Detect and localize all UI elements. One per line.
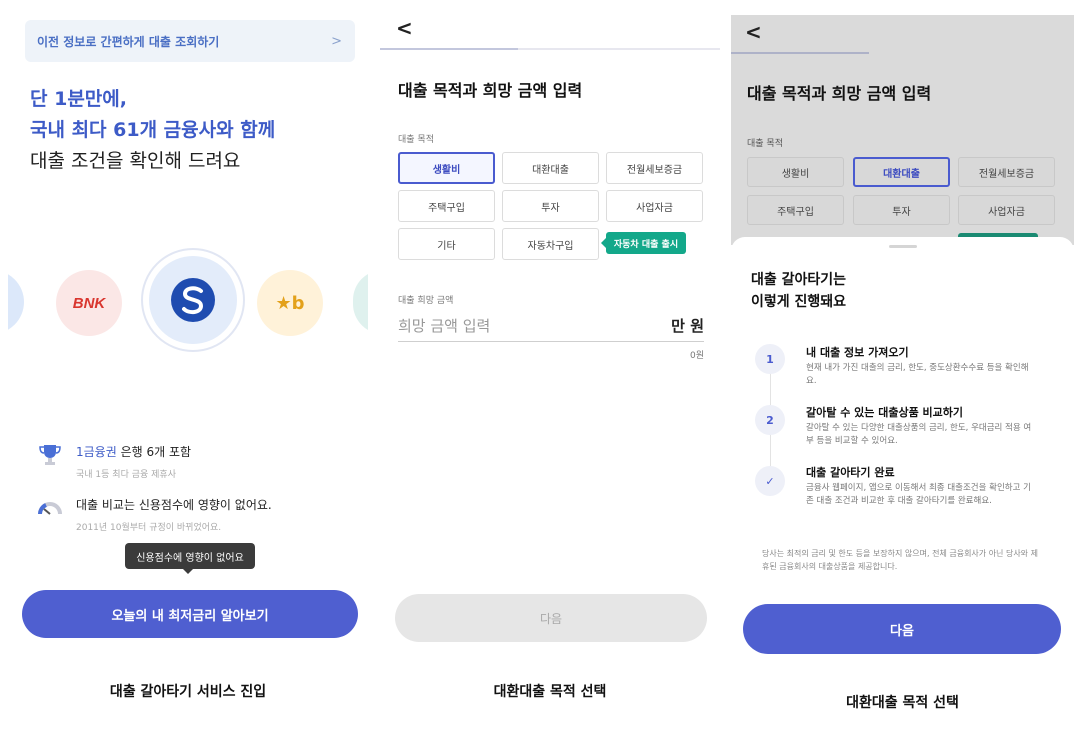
- step-3-title: 대출 갈아타기 완료: [806, 466, 895, 479]
- purpose-chip-jeonse-deposit[interactable]: 전월세보증금: [606, 152, 703, 184]
- step-1-desc: 현재 내가 가진 대출의 금리, 한도, 중도상환수수료 등을 확인해요.: [806, 363, 1029, 386]
- purpose-label: 대출 목적: [398, 135, 434, 145]
- partial-logo-right: [353, 270, 368, 334]
- bottom-sheet: 대출 갈아타기는 이렇게 진행돼요 1 내 대출 정보 가져오기 현재 내가 가…: [731, 237, 1074, 729]
- step-3-check-icon: ✓: [755, 466, 785, 496]
- feature1-title: 은행 6개 포함: [116, 445, 192, 459]
- partner-logo-carousel: BNK ★b: [8, 248, 368, 358]
- progress-fill: [380, 48, 518, 50]
- credit-score-tooltip: 신용점수에 영향이 없어요: [125, 543, 255, 574]
- trophy-icon: [38, 443, 62, 467]
- step-1-marker: 1: [755, 344, 785, 374]
- car-loan-launch-badge: 자동차 대출 출시: [601, 232, 686, 254]
- amount-input[interactable]: 희망 금액 입력 만 원: [398, 310, 704, 342]
- back-arrow-icon[interactable]: <: [396, 18, 413, 38]
- next-button-disabled[interactable]: 다음: [395, 594, 707, 642]
- purpose-chip-investment[interactable]: 투자: [502, 190, 599, 222]
- purpose-chip-other[interactable]: 기타: [398, 228, 495, 260]
- purpose-chip-car-purchase[interactable]: 자동차구입: [502, 228, 599, 260]
- purpose-chip-home-purchase: 주택구입: [747, 195, 844, 225]
- screen-refinance-steps: < 대출 목적과 희망 금액 입력 대출 목적 생활비 대환대출 전월세보증금 …: [731, 0, 1074, 729]
- feature2-subtitle: 2011년 10월부터 규정이 바뀌었어요.: [76, 523, 222, 533]
- caption-screen2: 대환대출 목적 선택: [493, 684, 607, 700]
- step-2-title: 갈아탈 수 있는 대출상품 비교하기: [806, 406, 963, 419]
- purpose-chip-living-expenses[interactable]: 생활비: [398, 152, 495, 184]
- screen-loan-service-entry: 이전 정보로 간편하게 대출 조회하기 > 단 1분만에, 국내 최다 61개 …: [8, 0, 368, 729]
- banner-text: 이전 정보로 간편하게 대출 조회하기: [37, 34, 220, 49]
- chevron-right-icon: >: [331, 33, 342, 49]
- sheet-title-line2: 이렇게 진행돼요: [751, 294, 847, 310]
- step-2-marker: 2: [755, 405, 785, 435]
- amount-value: 0원: [689, 351, 704, 361]
- feature2-title: 대출 비교는 신용점수에 영향이 없어요.: [76, 498, 272, 512]
- feature-first-tier-banks: 1금융권 은행 6개 포함 국내 1등 최다 금융 제휴사: [38, 443, 191, 480]
- purpose-chip-home-purchase[interactable]: 주택구입: [398, 190, 495, 222]
- purpose-label: 대출 목적: [747, 139, 783, 149]
- gauge-icon: [38, 496, 62, 520]
- amount-placeholder: 희망 금액 입력: [398, 317, 491, 335]
- bnk-logo: BNK: [56, 270, 122, 336]
- step-3-desc: 금융사 웹페이지, 앱으로 이동해서 최종 대출조건을 확인하고 기존 대출 조…: [806, 483, 1031, 506]
- step-1-title: 내 대출 정보 가져오기: [806, 346, 909, 359]
- headline-line-3: 대출 조건을 확인해 드려요: [30, 150, 241, 172]
- purpose-chip-jeonse-deposit: 전월세보증금: [958, 157, 1055, 187]
- screen-loan-purpose: < 대출 목적과 희망 금액 입력 대출 목적 생활비 대환대출 전월세보증금 …: [380, 0, 720, 729]
- shinhan-logo: [149, 256, 237, 344]
- amount-unit: 만 원: [671, 317, 704, 335]
- disclaimer-note: 당사는 최적의 금리 및 한도 등을 보장하지 않으며, 전체 금융회사가 아닌…: [762, 549, 1038, 571]
- next-button[interactable]: 다음: [743, 604, 1061, 654]
- headline-line-2: 국내 최다 61개 금융사와 함께: [30, 119, 276, 141]
- headline-line-1: 단 1분만에,: [30, 88, 127, 110]
- step-2-desc: 갈아탈 수 있는 다양한 대출상품의 금리, 한도, 우대금리 적용 여부 등을…: [806, 423, 1032, 446]
- shinhan-logo-ring: [141, 248, 245, 352]
- kb-logo: ★b: [257, 270, 323, 336]
- purpose-chip-refinance[interactable]: 대환대출: [502, 152, 599, 184]
- caption-screen1: 대출 갈아타기 서비스 진입: [109, 684, 267, 700]
- feature1-highlight: 1금융권: [76, 445, 117, 459]
- purpose-chip-living-expenses: 생활비: [747, 157, 844, 187]
- caption-screen3: 대환대출 목적 선택: [846, 695, 959, 711]
- sheet-handle[interactable]: [889, 245, 917, 248]
- feature1-subtitle: 국내 1등 최다 금융 제휴사: [76, 470, 176, 480]
- sheet-title: 대출 갈아타기는 이렇게 진행돼요: [751, 269, 846, 313]
- feature-credit-score: 대출 비교는 신용점수에 영향이 없어요. 2011년 10월부터 규정이 바뀌…: [38, 496, 272, 533]
- page-title: 대출 목적과 희망 금액 입력: [747, 84, 932, 103]
- previous-info-banner[interactable]: 이전 정보로 간편하게 대출 조회하기 >: [25, 20, 355, 62]
- purpose-chip-refinance: 대환대출: [853, 157, 950, 187]
- amount-label: 대출 희망 금액: [398, 296, 454, 306]
- progress-fill: [731, 52, 869, 54]
- purpose-chip-business-funds: 사업자금: [958, 195, 1055, 225]
- shinhan-s-icon: [171, 278, 215, 322]
- find-lowest-rate-button[interactable]: 오늘의 내 최저금리 알아보기: [22, 590, 358, 638]
- page-title: 대출 목적과 희망 금액 입력: [398, 81, 583, 100]
- partial-logo-left: [8, 270, 24, 334]
- purpose-chip-investment: 투자: [853, 195, 950, 225]
- purpose-chip-business-funds[interactable]: 사업자금: [606, 190, 703, 222]
- sheet-title-line1: 대출 갈아타기는: [751, 272, 847, 288]
- back-arrow-icon: <: [745, 20, 762, 44]
